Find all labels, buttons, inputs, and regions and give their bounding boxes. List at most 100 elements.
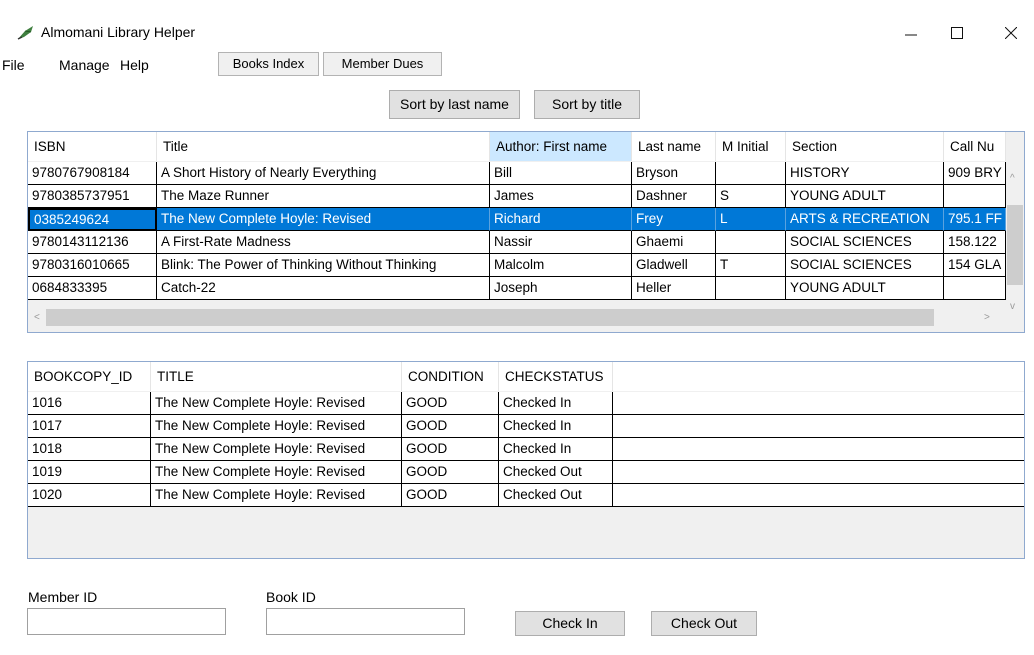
cell-title[interactable]: Blink: The Power of Thinking Without Thi… [157,254,490,277]
cell-condition[interactable]: GOOD [402,415,499,438]
cell-m-initial[interactable] [716,231,786,254]
sort-by-last-name-button[interactable]: Sort by last name [389,90,520,119]
cell-section[interactable]: SOCIAL SCIENCES [786,254,944,277]
column-header-last-name[interactable]: Last name [632,132,716,161]
cell-last-name[interactable]: Dashner [632,185,716,208]
books-horizontal-scrollbar[interactable]: < > [28,305,1008,332]
cell-section[interactable]: YOUNG ADULT [786,277,944,300]
cell-condition[interactable]: GOOD [402,484,499,507]
column-header-title[interactable]: TITLE [151,362,402,391]
cell-m-initial[interactable]: L [716,208,786,231]
cell-bookcopy-id[interactable]: 1017 [28,415,151,438]
cell-title[interactable]: The New Complete Hoyle: Revised [157,208,490,231]
cell-last-name[interactable]: Heller [632,277,716,300]
row-filler [613,392,1024,415]
cell-checkstatus[interactable]: Checked Out [499,484,613,507]
cell-m-initial[interactable]: T [716,254,786,277]
cell-checkstatus[interactable]: Checked In [499,415,613,438]
cell-m-initial[interactable]: S [716,185,786,208]
column-header-m-initial[interactable]: M Initial [716,132,786,161]
cell-title[interactable]: A First-Rate Madness [157,231,490,254]
cell-section[interactable]: ARTS & RECREATION [786,208,944,231]
sort-by-title-button[interactable]: Sort by title [534,90,640,119]
cell-author-first-name[interactable]: Nassir [490,231,632,254]
cell-m-initial[interactable] [716,162,786,185]
cell-last-name[interactable]: Frey [632,208,716,231]
close-button[interactable] [988,18,1034,48]
cell-title[interactable]: The New Complete Hoyle: Revised [151,461,402,484]
cell-author-first-name[interactable]: Malcolm [490,254,632,277]
column-header-call-nu[interactable]: Call Nu [944,132,1006,161]
cell-title[interactable]: The New Complete Hoyle: Revised [151,484,402,507]
scroll-up-icon[interactable]: ^ [1010,173,1015,184]
menu-file[interactable]: File [2,54,25,76]
cell-section[interactable]: SOCIAL SCIENCES [786,231,944,254]
books-vscroll-thumb[interactable] [1007,205,1023,285]
cell-call-nu[interactable] [944,277,1006,300]
cell-last-name[interactable]: Ghaemi [632,231,716,254]
check-in-button[interactable]: Check In [515,611,625,636]
scroll-left-icon[interactable]: < [34,312,40,323]
cell-last-name[interactable]: Gladwell [632,254,716,277]
column-header-isbn[interactable]: ISBN [28,132,157,161]
cell-author-first-name[interactable]: Joseph [490,277,632,300]
column-header-checkstatus[interactable]: CHECKSTATUS [499,362,613,391]
cell-isbn[interactable]: 9780385737951 [28,185,157,208]
maximize-button[interactable] [934,18,980,48]
cell-call-nu[interactable]: 158.122 [944,231,1006,254]
cell-title[interactable]: The Maze Runner [157,185,490,208]
check-out-button[interactable]: Check Out [651,611,757,636]
cell-checkstatus[interactable]: Checked In [499,438,613,461]
menu-help[interactable]: Help [120,54,149,76]
cell-bookcopy-id[interactable]: 1018 [28,438,151,461]
cell-m-initial[interactable] [716,277,786,300]
cell-isbn[interactable]: 9780316010665 [28,254,157,277]
cell-checkstatus[interactable]: Checked In [499,392,613,415]
book-id-input[interactable] [266,608,465,635]
cell-author-first-name[interactable]: Bill [490,162,632,185]
cell-title[interactable]: The New Complete Hoyle: Revised [151,438,402,461]
tab-member-dues[interactable]: Member Dues [323,52,442,76]
scroll-down-icon[interactable]: v [1010,301,1015,312]
member-id-input[interactable] [27,608,226,635]
book-copies-grid[interactable]: BOOKCOPY_ID TITLE CONDITION CHECKSTATUS 101… [27,361,1025,559]
column-header-title[interactable]: Title [157,132,490,161]
column-header-condition[interactable]: CONDITION [402,362,499,391]
cell-checkstatus[interactable]: Checked Out [499,461,613,484]
cell-author-first-name[interactable]: James [490,185,632,208]
menu-manage[interactable]: Manage [59,54,110,76]
cell-call-nu[interactable]: 154 GLA [944,254,1006,277]
cell-title[interactable]: The New Complete Hoyle: Revised [151,392,402,415]
scroll-right-icon[interactable]: > [984,312,990,323]
tab-books-index[interactable]: Books Index [218,52,319,76]
cell-condition[interactable]: GOOD [402,438,499,461]
cell-bookcopy-id[interactable]: 1020 [28,484,151,507]
cell-title[interactable]: The New Complete Hoyle: Revised [151,415,402,438]
cell-call-nu[interactable]: 795.1 FF [944,208,1006,231]
column-header-section[interactable]: Section [786,132,944,161]
cell-section[interactable]: HISTORY [786,162,944,185]
cell-bookcopy-id[interactable]: 1019 [28,461,151,484]
books-vertical-scrollbar[interactable]: ^ v [1006,161,1024,332]
cell-call-nu[interactable] [944,185,1006,208]
books-hscroll-thumb[interactable] [46,309,934,326]
cell-title[interactable]: Catch-22 [157,277,490,300]
cell-isbn[interactable]: 0684833395 [28,277,157,300]
cell-author-first-name[interactable]: Richard [490,208,632,231]
cell-last-name[interactable]: Bryson [632,162,716,185]
header-filler [613,362,1024,391]
column-header-bookcopy-id[interactable]: BOOKCOPY_ID [28,362,151,391]
cell-isbn[interactable]: 0385249624 [28,208,157,231]
cell-call-nu[interactable]: 909 BRY [944,162,1006,185]
column-header-author-first-name[interactable]: Author: First name [490,132,632,161]
cell-condition[interactable]: GOOD [402,461,499,484]
cell-title[interactable]: A Short History of Nearly Everything [157,162,490,185]
book-id-label: Book ID [266,589,316,605]
cell-isbn[interactable]: 9780767908184 [28,162,157,185]
cell-bookcopy-id[interactable]: 1016 [28,392,151,415]
cell-section[interactable]: YOUNG ADULT [786,185,944,208]
cell-isbn[interactable]: 9780143112136 [28,231,157,254]
cell-condition[interactable]: GOOD [402,392,499,415]
books-grid[interactable]: ISBN Title Author: First name Last name M In… [27,131,1025,333]
minimize-button[interactable] [888,18,934,48]
